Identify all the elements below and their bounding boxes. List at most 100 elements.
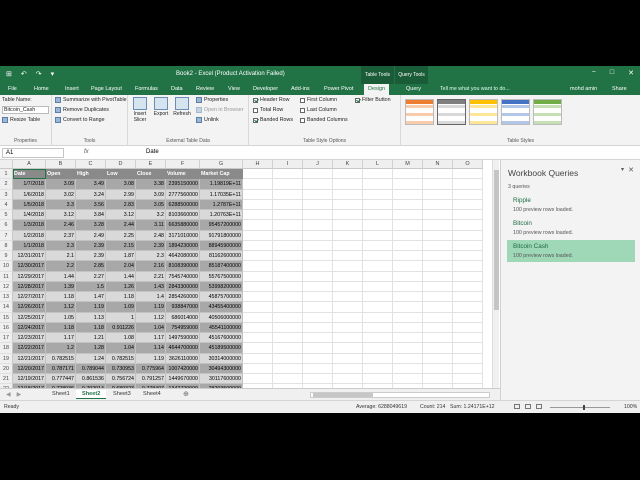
- grid-cell[interactable]: [393, 169, 423, 180]
- table-cell[interactable]: 0.911226: [106, 322, 136, 333]
- grid-cell[interactable]: [363, 353, 393, 364]
- grid-cell[interactable]: [363, 189, 393, 200]
- table-cell[interactable]: 12/23/2017: [13, 333, 46, 344]
- row-header[interactable]: 1: [0, 169, 13, 180]
- table-cell[interactable]: 3.05: [136, 199, 166, 210]
- grid-cell[interactable]: [303, 199, 333, 210]
- banded-columns-checkbox[interactable]: Banded Columns: [300, 117, 348, 123]
- table-cell[interactable]: 45541100000: [200, 322, 243, 333]
- table-cell[interactable]: 2.83: [106, 199, 136, 210]
- grid-cell[interactable]: [453, 240, 483, 251]
- sheet-tab-sheet3[interactable]: Sheet3: [107, 390, 137, 398]
- grid-cell[interactable]: [393, 210, 423, 221]
- grid-cell[interactable]: [333, 302, 363, 313]
- grid-cell[interactable]: [273, 220, 303, 231]
- table-cell[interactable]: 2.3: [46, 240, 76, 251]
- table-cell[interactable]: 1.18: [46, 322, 76, 333]
- banded-rows-checkbox[interactable]: Banded Rows: [253, 117, 293, 123]
- table-cell[interactable]: 1.5: [76, 281, 106, 292]
- table-cell[interactable]: 1.17035E+11: [200, 189, 243, 200]
- grid-cell[interactable]: [303, 169, 333, 180]
- grid-cell[interactable]: [303, 210, 333, 221]
- grid-cell[interactable]: [333, 169, 363, 180]
- table-cell[interactable]: 0.782515: [106, 353, 136, 364]
- table-header-cell[interactable]: Date: [13, 169, 46, 180]
- table-cell[interactable]: 1/6/2018: [13, 189, 46, 200]
- grid-cell[interactable]: [363, 240, 393, 251]
- table-cell[interactable]: 45189500000: [200, 343, 243, 354]
- table-cell[interactable]: 1.87: [106, 251, 136, 262]
- grid-cell[interactable]: [333, 210, 363, 221]
- row-header[interactable]: 6: [0, 220, 13, 231]
- grid-cell[interactable]: [393, 271, 423, 282]
- column-header-b[interactable]: B: [46, 160, 76, 169]
- grid-cell[interactable]: [393, 353, 423, 364]
- convert-to-range-button[interactable]: Convert to Range: [55, 117, 105, 123]
- name-box[interactable]: A1: [2, 148, 64, 158]
- grid-cell[interactable]: [363, 271, 393, 282]
- grid-cell[interactable]: [363, 312, 393, 323]
- grid-cell[interactable]: [393, 302, 423, 313]
- grid-cell[interactable]: [303, 251, 333, 262]
- grid-cell[interactable]: [393, 281, 423, 292]
- last-column-checkbox[interactable]: Last Column: [300, 107, 337, 113]
- table-cell[interactable]: 1.2: [46, 343, 76, 354]
- table-cell[interactable]: 3.09: [46, 179, 76, 190]
- grid-cell[interactable]: [303, 220, 333, 231]
- grid-cell[interactable]: [453, 333, 483, 344]
- table-cell[interactable]: 12/30/2017: [13, 261, 46, 272]
- grid-cell[interactable]: [333, 353, 363, 364]
- table-cell[interactable]: 95457200000: [200, 220, 243, 231]
- tab-home[interactable]: Home: [34, 86, 49, 92]
- table-cell[interactable]: 55767500000: [200, 271, 243, 282]
- table-cell[interactable]: 3.02: [46, 189, 76, 200]
- table-cell[interactable]: 2.48: [136, 230, 166, 241]
- grid-cell[interactable]: [303, 343, 333, 354]
- grid-cell[interactable]: [273, 302, 303, 313]
- tab-page-layout[interactable]: Page Layout: [91, 86, 122, 92]
- grid-cell[interactable]: [363, 292, 393, 303]
- row-header[interactable]: 20: [0, 363, 13, 374]
- table-cell[interactable]: 0.777447: [46, 374, 76, 385]
- grid-cell[interactable]: [453, 251, 483, 262]
- grid-cell[interactable]: [273, 374, 303, 385]
- table-cell[interactable]: 1.43: [136, 281, 166, 292]
- grid-cell[interactable]: [423, 169, 453, 180]
- grid-cell[interactable]: [333, 251, 363, 262]
- column-header-d[interactable]: D: [106, 160, 136, 169]
- grid-cell[interactable]: [363, 322, 393, 333]
- tab-insert[interactable]: Insert: [65, 86, 79, 92]
- row-header[interactable]: 4: [0, 199, 13, 210]
- grid-cell[interactable]: [453, 302, 483, 313]
- maximize-icon[interactable]: □: [610, 69, 614, 77]
- grid-cell[interactable]: [393, 240, 423, 251]
- column-header-n[interactable]: N: [423, 160, 453, 169]
- table-cell[interactable]: 1894230000: [166, 240, 200, 251]
- table-cell[interactable]: 2.37: [46, 230, 76, 241]
- export-button[interactable]: Export: [152, 97, 170, 117]
- table-cell[interactable]: 1007420000: [166, 363, 200, 374]
- grid-cell[interactable]: [273, 271, 303, 282]
- row-header[interactable]: 2: [0, 179, 13, 190]
- table-cell[interactable]: 2395150000: [166, 179, 200, 190]
- grid-cell[interactable]: [333, 322, 363, 333]
- table-cell[interactable]: 3626110000: [166, 353, 200, 364]
- column-header-o[interactable]: O: [453, 160, 483, 169]
- row-header[interactable]: 15: [0, 312, 13, 323]
- table-style-swatch[interactable]: [469, 99, 498, 125]
- grid-cell[interactable]: [333, 189, 363, 200]
- table-cell[interactable]: 3.84: [76, 210, 106, 221]
- horizontal-scrollbar[interactable]: [310, 392, 490, 398]
- grid-cell[interactable]: [243, 240, 273, 251]
- table-cell[interactable]: 2.2: [46, 261, 76, 272]
- grid-cell[interactable]: [453, 343, 483, 354]
- first-column-checkbox[interactable]: First Column: [300, 97, 337, 103]
- table-cell[interactable]: 4644700000: [166, 343, 200, 354]
- table-cell[interactable]: 1/2/2018: [13, 230, 46, 241]
- table-cell[interactable]: 40506000000: [200, 312, 243, 323]
- grid-cell[interactable]: [243, 292, 273, 303]
- grid-cell[interactable]: [333, 343, 363, 354]
- grid-cell[interactable]: [333, 179, 363, 190]
- grid-cell[interactable]: [243, 220, 273, 231]
- table-cell[interactable]: 2.46: [46, 220, 76, 231]
